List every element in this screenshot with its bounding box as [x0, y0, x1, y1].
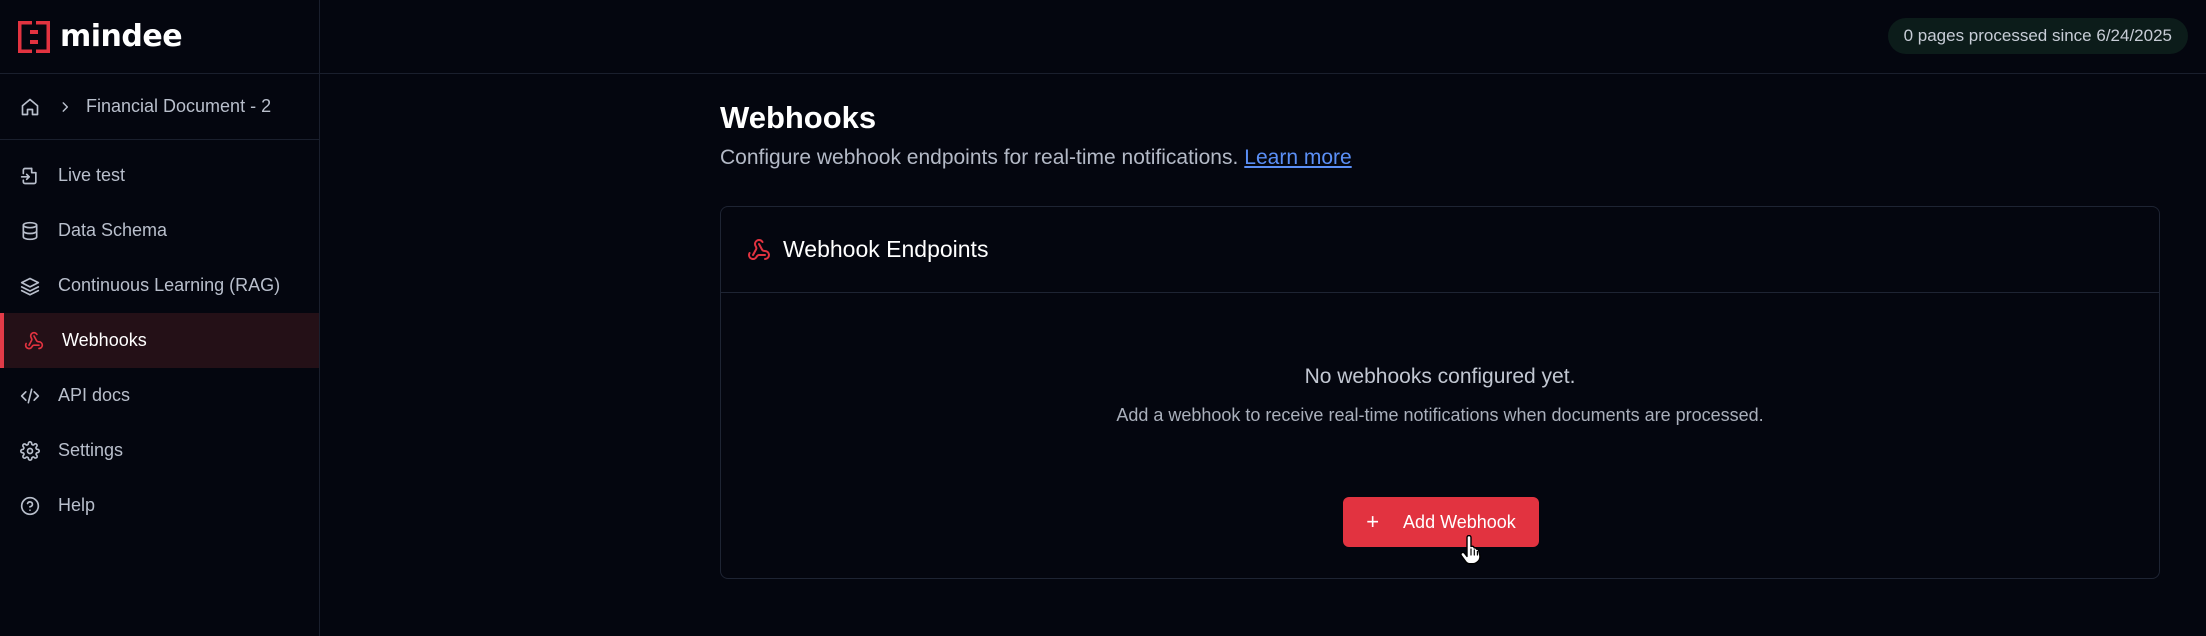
pages-processed-badge: 0 pages processed since 6/24/2025 [1887, 18, 2188, 54]
breadcrumb: Financial Document - 2 [0, 74, 319, 140]
logo-text: mindee [60, 19, 183, 54]
page-subtitle: Configure webhook endpoints for real-tim… [720, 146, 2160, 170]
sidebar-nav: Live test Data Schema Continuous Learnin… [0, 140, 319, 533]
sidebar-item-label: Webhooks [62, 330, 147, 350]
webhook-icon [24, 331, 44, 351]
chevron-right-icon [58, 100, 72, 114]
database-icon [20, 221, 40, 241]
breadcrumb-current[interactable]: Financial Document - 2 [86, 96, 271, 117]
sidebar-item-label: Live test [58, 165, 126, 185]
sidebar-item-label: Data Schema [58, 220, 168, 240]
logo[interactable]: mindee [0, 0, 319, 74]
add-webhook-button[interactable]: + Add Webhook [1343, 497, 1539, 547]
subtitle-text: Configure webhook endpoints for real-tim… [720, 146, 1239, 169]
mindee-logo-icon [18, 20, 50, 53]
sidebar-item-live-test[interactable]: Live test [0, 148, 319, 203]
card-title: Webhook Endpoints [783, 236, 989, 262]
learn-more-link[interactable]: Learn more [1244, 146, 1351, 169]
page-title: Webhooks [720, 100, 877, 135]
file-import-icon [20, 166, 40, 186]
plus-icon: + [1366, 509, 1380, 534]
sidebar-item-api-docs[interactable]: API docs [0, 368, 319, 423]
sidebar-item-label: Continuous Learning (RAG) [58, 275, 281, 295]
app-root: mindee Financial Document - 2 Live test … [0, 0, 2206, 636]
webhook-icon [747, 238, 771, 262]
hand-pointer-cursor-icon [1460, 535, 1481, 565]
main-content: Webhooks Configure webhook endpoints for… [720, 100, 2160, 579]
sidebar-item-webhooks[interactable]: Webhooks [0, 313, 319, 368]
sidebar-item-help[interactable]: Help [0, 478, 319, 533]
top-bar: 0 pages processed since 6/24/2025 [320, 0, 2206, 74]
sidebar: mindee Financial Document - 2 Live test … [0, 0, 320, 636]
webhook-endpoints-card: Webhook Endpoints No webhooks configured… [720, 206, 2160, 579]
add-webhook-label: Add Webhook [1403, 511, 1516, 532]
sidebar-item-label: Help [58, 495, 96, 515]
card-header: Webhook Endpoints [721, 207, 2159, 293]
sidebar-item-label: API docs [58, 385, 131, 405]
sidebar-item-continuous-learning[interactable]: Continuous Learning (RAG) [0, 258, 319, 313]
empty-state-subtitle: Add a webhook to receive real-time notif… [1116, 405, 1764, 425]
sidebar-item-label: Settings [58, 440, 124, 460]
code-icon [20, 386, 40, 406]
sidebar-item-data-schema[interactable]: Data Schema [0, 203, 319, 258]
gear-icon [20, 440, 40, 461]
sidebar-item-settings[interactable]: Settings [0, 423, 319, 478]
layers-icon [20, 276, 40, 296]
empty-state-title: No webhooks configured yet. [1304, 365, 1576, 388]
home-icon[interactable] [20, 97, 40, 117]
help-circle-icon [20, 496, 40, 516]
